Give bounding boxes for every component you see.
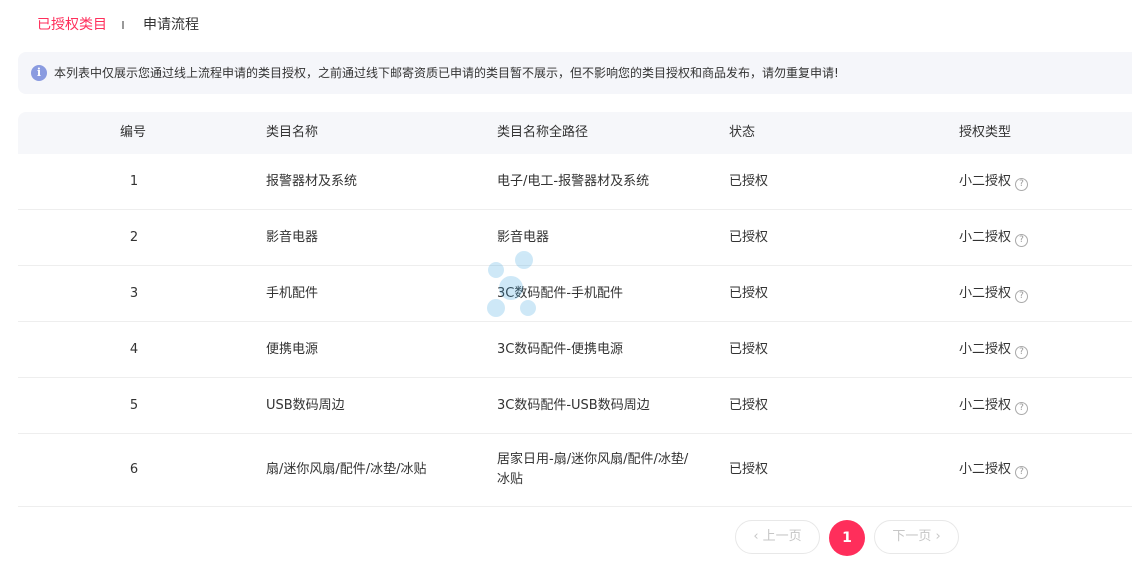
help-icon[interactable]: ? <box>1015 466 1029 479</box>
row-auth-type: 小二授权? <box>959 340 1029 360</box>
next-page-label: 下一页 <box>892 529 932 544</box>
row-number: 2 <box>129 230 139 245</box>
tab-divider <box>122 21 124 29</box>
help-icon[interactable]: ? <box>1015 178 1029 191</box>
auth-type-label: 小二授权 <box>959 174 1012 189</box>
row-status: 已授权 <box>729 230 769 245</box>
help-icon[interactable]: ? <box>1015 290 1029 303</box>
help-icon[interactable]: ? <box>1015 234 1029 247</box>
row-category-path: 3C数码配件-USB数码周边 <box>497 398 650 413</box>
row-category-name: 便携电源 <box>266 342 319 357</box>
row-category-name: 扇/迷你风扇/配件/冰垫/冰贴 <box>266 462 427 477</box>
row-status: 已授权 <box>729 462 769 477</box>
header-category-path: 类目名称全路径 <box>497 125 589 140</box>
row-category-path: 电子/电工-报警器材及系统 <box>497 174 650 189</box>
table-row: 5 USB数码周边 3C数码配件-USB数码周边 已授权 小二授权? <box>18 378 1132 434</box>
row-auth-type: 小二授权? <box>959 284 1029 304</box>
header-status: 状态 <box>729 125 756 140</box>
row-category-name: 报警器材及系统 <box>266 174 358 189</box>
row-status: 已授权 <box>729 398 769 413</box>
header-category-name: 类目名称 <box>266 125 319 140</box>
table-row: 6 扇/迷你风扇/配件/冰垫/冰贴 居家日用-扇/迷你风扇/配件/冰垫/冰贴 已… <box>18 434 1132 507</box>
row-category-path: 3C数码配件-便携电源 <box>497 342 624 357</box>
row-number: 4 <box>129 342 139 357</box>
prev-chevron-icon: ‹ <box>753 529 763 544</box>
row-category-path: 居家日用-扇/迷你风扇/配件/冰垫/冰贴 <box>497 452 689 487</box>
row-category-name: 手机配件 <box>266 286 319 301</box>
table-row: 2 影音电器 影音电器 已授权 小二授权? <box>18 210 1132 266</box>
tab-authorized-categories[interactable]: 已授权类目 <box>37 16 107 34</box>
row-category-path: 影音电器 <box>497 230 550 245</box>
auth-type-label: 小二授权 <box>959 342 1012 357</box>
table-header: 编号 类目名称 类目名称全路径 状态 授权类型 <box>18 112 1132 154</box>
page-1-button[interactable]: 1 <box>829 520 865 556</box>
row-auth-type: 小二授权? <box>959 460 1029 480</box>
row-auth-type: 小二授权? <box>959 172 1029 192</box>
notice-text: 本列表中仅展示您通过线上流程申请的类目授权，之前通过线下邮寄资质已申请的类目暂不… <box>54 66 839 80</box>
row-status: 已授权 <box>729 286 769 301</box>
auth-type-label: 小二授权 <box>959 286 1012 301</box>
auth-type-label: 小二授权 <box>959 398 1012 413</box>
notice-banner: i 本列表中仅展示您通过线上流程申请的类目授权，之前通过线下邮寄资质已申请的类目… <box>18 52 1132 94</box>
row-status: 已授权 <box>729 174 769 189</box>
prev-page-label: 上一页 <box>762 529 802 544</box>
auth-type-label: 小二授权 <box>959 462 1012 477</box>
header-auth-type: 授权类型 <box>959 125 1012 140</box>
row-category-name: USB数码周边 <box>266 398 345 413</box>
table-row: 1 报警器材及系统 电子/电工-报警器材及系统 已授权 小二授权? <box>18 154 1132 210</box>
row-number: 3 <box>129 286 139 301</box>
table-row: 3 手机配件 3C数码配件-手机配件 已授权 小二授权? <box>18 266 1132 322</box>
row-status: 已授权 <box>729 342 769 357</box>
help-icon[interactable]: ? <box>1015 346 1029 359</box>
row-category-name: 影音电器 <box>266 230 319 245</box>
table-row: 4 便携电源 3C数码配件-便携电源 已授权 小二授权? <box>18 322 1132 378</box>
header-number: 编号 <box>120 125 147 140</box>
next-chevron-icon: › <box>931 529 941 544</box>
row-auth-type: 小二授权? <box>959 396 1029 416</box>
row-auth-type: 小二授权? <box>959 228 1029 248</box>
auth-type-label: 小二授权 <box>959 230 1012 245</box>
row-number: 6 <box>129 462 139 477</box>
help-icon[interactable]: ? <box>1015 402 1029 415</box>
categories-table: 编号 类目名称 类目名称全路径 状态 授权类型 1 报警器材及系统 电子/电工-… <box>18 112 1132 507</box>
info-icon: i <box>31 65 47 81</box>
tab-application-process[interactable]: 申请流程 <box>143 16 199 34</box>
row-number: 1 <box>129 174 139 189</box>
tab-bar: 已授权类目 申请流程 <box>0 0 1132 50</box>
row-category-path: 3C数码配件-手机配件 <box>497 286 624 301</box>
next-page-button[interactable]: 下一页 › <box>874 520 959 554</box>
row-number: 5 <box>129 398 139 413</box>
prev-page-button[interactable]: ‹ 上一页 <box>735 520 820 554</box>
